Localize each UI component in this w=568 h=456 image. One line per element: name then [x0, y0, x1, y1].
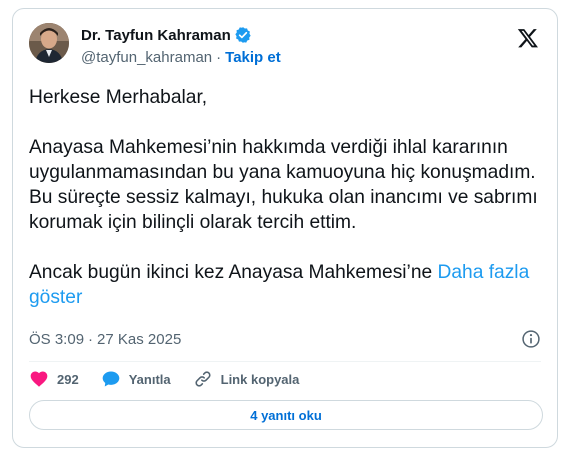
reply-label: Yanıtla	[128, 371, 171, 387]
tweet-card: Dr. Tayfun Kahraman @tayfun_kahraman · T…	[12, 8, 558, 448]
like-button[interactable]: 292	[29, 369, 79, 389]
tweet-header: Dr. Tayfun Kahraman @tayfun_kahraman · T…	[29, 21, 543, 69]
handle-separator: ·	[216, 48, 222, 66]
author-block: Dr. Tayfun Kahraman @tayfun_kahraman · T…	[81, 25, 281, 67]
follow-link[interactable]: Takip et	[225, 49, 281, 66]
avatar[interactable]	[29, 23, 69, 63]
tweet-paragraph-2: Anayasa Mahkemesi’nin hakkımda verdiği i…	[29, 137, 538, 233]
tweet-date[interactable]: 27 Kas 2025	[97, 331, 181, 348]
speech-bubble-icon	[102, 371, 120, 387]
meta-separator: ·	[88, 330, 94, 348]
tweet-text: Herkese Merhabalar, Anayasa Mahkemesi’ni…	[29, 85, 544, 310]
handle-row: @tayfun_kahraman · Takip et	[81, 47, 281, 67]
copy-link-label: Link kopyala	[220, 371, 300, 387]
info-icon[interactable]	[521, 329, 541, 349]
action-bar: 292 Yanıtla Link kopyala	[29, 369, 321, 389]
display-name[interactable]: Dr. Tayfun Kahraman	[81, 27, 231, 44]
copy-link-button[interactable]: Link kopyala	[193, 369, 300, 389]
heart-icon	[30, 371, 48, 387]
tweet-time[interactable]: ÖS 3:09	[29, 331, 84, 348]
read-replies-button[interactable]: 4 yanıtı oku	[29, 400, 543, 430]
tweet-paragraph-3-text: Ancak bugün ikinci kez Anayasa Mahkemesi…	[29, 262, 433, 283]
tweet-paragraph-3: Ancak bugün ikinci kez Anayasa Mahkemesi…	[29, 260, 544, 310]
tweet-meta: ÖS 3:09 · 27 Kas 2025	[29, 329, 543, 349]
link-icon	[195, 371, 211, 387]
x-logo-icon[interactable]	[517, 27, 539, 49]
divider	[29, 361, 541, 362]
verified-badge-icon	[234, 26, 252, 44]
tweet-paragraph-1: Herkese Merhabalar,	[29, 87, 208, 108]
like-count: 292	[57, 371, 79, 387]
name-row: Dr. Tayfun Kahraman	[81, 25, 281, 45]
handle[interactable]: @tayfun_kahraman	[81, 49, 212, 66]
reply-button[interactable]: Yanıtla	[101, 369, 171, 389]
